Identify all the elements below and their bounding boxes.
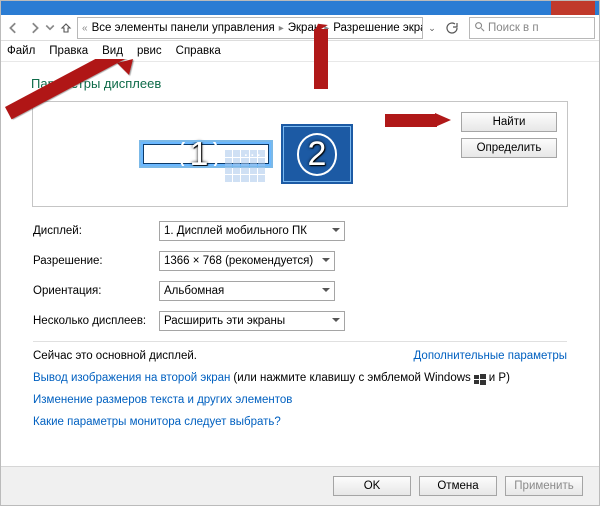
monitor-2-number: 2 (297, 133, 338, 176)
chevron-right-icon: ▸ (278, 23, 285, 34)
display-label: Дисплей: (33, 225, 159, 237)
row-orientation: Ориентация: Альбомная (33, 281, 567, 301)
identify-button[interactable]: Определить (461, 138, 557, 158)
ok-button[interactable]: OK (333, 476, 411, 496)
up-button[interactable] (57, 19, 75, 37)
row-multi-display: Несколько дисплеев: Расширить эти экраны (33, 311, 567, 331)
help-links: Вывод изображения на второй экран (или н… (33, 368, 567, 434)
find-button[interactable]: Найти (461, 112, 557, 132)
textsize-link[interactable]: Изменение размеров текста и других элеме… (33, 394, 292, 406)
orientation-select[interactable]: Альбомная (159, 281, 335, 301)
cancel-button[interactable]: Отмена (419, 476, 497, 496)
menu-service[interactable]: рвис (137, 45, 162, 57)
monitor-1-number: 1 (179, 133, 220, 176)
monitor-preview-box: 1 ... 2 Найти Определить (32, 101, 568, 207)
orientation-label: Ориентация: (33, 285, 159, 297)
breadcrumb-resolution[interactable]: Разрешение экрана (331, 22, 423, 34)
windows-logo-icon (474, 373, 486, 385)
content: Параметры дисплеев 1 ... 2 (1, 62, 599, 434)
breadcrumb-chevrons: « (81, 23, 89, 34)
monitor-preview[interactable]: 1 ... 2 (33, 102, 461, 206)
menu-help[interactable]: Справка (176, 45, 221, 57)
breadcrumb-all-cp[interactable]: Все элементы панели управления (90, 22, 277, 34)
menu-edit[interactable]: Правка (49, 45, 88, 57)
primary-display-row: Сейчас это основной дисплей. Дополнитель… (33, 341, 567, 362)
project-hint-a: (или нажмите клавишу с эмблемой Windows (233, 368, 470, 390)
bottom-bar: OK Отмена Применить (1, 466, 599, 505)
monitor-side-buttons: Найти Определить (461, 102, 567, 206)
display-select[interactable]: 1. Дисплей мобильного ПК (159, 221, 345, 241)
address-bar: « Все элементы панели управления ▸ Экран… (1, 15, 599, 41)
breadcrumb-screen[interactable]: Экран (286, 22, 322, 34)
close-button[interactable] (551, 1, 595, 15)
which-link[interactable]: Какие параметры монитора следует выбрать… (33, 416, 281, 428)
search-placeholder: Поиск в п (488, 22, 539, 34)
resolution-label: Разрешение: (33, 255, 159, 267)
menu-file[interactable]: Файл (7, 45, 35, 57)
multi-select[interactable]: Расширить эти экраны (159, 311, 345, 331)
history-dropdown[interactable] (45, 19, 55, 37)
search-icon (474, 21, 485, 35)
monitor-1[interactable]: 1 ... (141, 142, 271, 166)
back-button[interactable] (5, 19, 23, 37)
forward-button[interactable] (25, 19, 43, 37)
refresh-button[interactable] (443, 19, 461, 37)
advanced-params-link[interactable]: Дополнительные параметры (414, 350, 568, 362)
titlebar (1, 1, 599, 15)
row-display: Дисплей: 1. Дисплей мобильного ПК (33, 221, 567, 241)
window: « Все элементы панели управления ▸ Экран… (0, 0, 600, 506)
breadcrumb-dropdown[interactable]: ⌄ (425, 23, 439, 34)
menubar: Файл Правка Вид рвис Справка (1, 41, 599, 62)
row-resolution: Разрешение: 1366 × 768 (рекомендуется) (33, 251, 567, 271)
primary-display-text: Сейчас это основной дисплей. (33, 350, 197, 362)
resolution-select[interactable]: 1366 × 768 (рекомендуется) (159, 251, 335, 271)
search-input[interactable]: Поиск в п (469, 17, 595, 39)
project-hint-b: и P) (489, 368, 510, 390)
project-link[interactable]: Вывод изображения на второй экран (33, 368, 230, 390)
multi-label: Несколько дисплеев: (33, 315, 159, 327)
breadcrumbs[interactable]: « Все элементы панели управления ▸ Экран… (77, 17, 423, 39)
menu-view[interactable]: Вид (102, 45, 123, 57)
apply-button[interactable]: Применить (505, 476, 583, 496)
monitor-dots: ... (244, 143, 263, 161)
chevron-right-icon: ▸ (323, 23, 330, 34)
monitor-2[interactable]: 2 (281, 124, 353, 184)
page-title: Параметры дисплеев (31, 76, 571, 91)
